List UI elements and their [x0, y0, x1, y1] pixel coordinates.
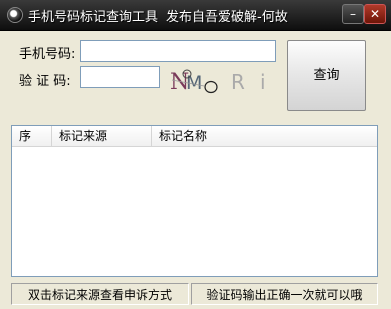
phone-input[interactable]: [80, 40, 276, 62]
window-title: 手机号码标记查询工具 发布自吾爱破解-何故: [28, 6, 288, 25]
window-title-suffix: 发布自吾爱破解-何故: [166, 10, 288, 25]
captcha-char-4: R: [231, 70, 245, 94]
window-title-main: 手机号码标记查询工具: [28, 10, 159, 25]
column-header-source[interactable]: 标记来源: [52, 126, 152, 146]
captcha-label: 验 证 码:: [19, 74, 71, 89]
captcha-image[interactable]: N M R i: [164, 62, 282, 100]
title-bar[interactable]: 手机号码标记查询工具 发布自吾爱破解-何故 – ✕: [0, 0, 391, 31]
status-bar: 双击标记来源查看申诉方式 验证码输出正确一次就可以哦: [0, 282, 391, 309]
minimize-button[interactable]: –: [342, 4, 364, 24]
status-hint-appeal: 双击标记来源查看申诉方式: [11, 283, 189, 305]
column-header-index[interactable]: 序: [12, 126, 52, 146]
phone-label: 手机号码:: [19, 47, 76, 62]
app-icon: [7, 7, 23, 23]
app-window: 手机号码标记查询工具 发布自吾爱破解-何故 – ✕ 手机号码: 验 证 码: N …: [0, 0, 391, 309]
captcha-char-3: [204, 80, 218, 94]
list-header: 序 标记来源 标记名称: [12, 126, 377, 147]
captcha-input[interactable]: [80, 66, 160, 88]
close-button[interactable]: ✕: [364, 4, 386, 24]
column-header-name[interactable]: 标记名称: [152, 126, 377, 146]
captcha-char-5: i: [260, 70, 266, 94]
query-button[interactable]: 查询: [287, 40, 366, 111]
status-hint-captcha: 验证码输出正确一次就可以哦: [191, 283, 378, 305]
results-list[interactable]: 序 标记来源 标记名称: [11, 125, 378, 277]
